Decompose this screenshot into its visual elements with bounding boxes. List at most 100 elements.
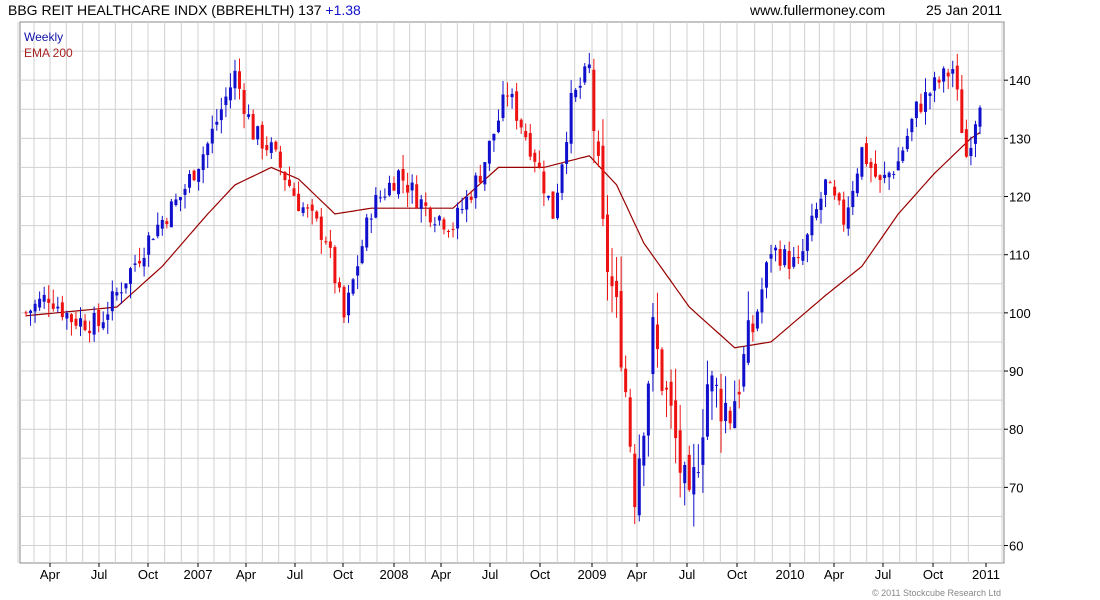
candle-body xyxy=(973,124,977,144)
candle-body xyxy=(778,249,782,266)
candle-body xyxy=(115,292,119,296)
candle-body xyxy=(310,204,314,211)
candle-body xyxy=(642,435,646,466)
candle-body xyxy=(465,196,469,210)
candle-body xyxy=(360,246,364,264)
candle-body xyxy=(923,92,927,112)
x-tick-label: Oct xyxy=(530,567,551,582)
candle-body xyxy=(546,195,550,198)
candle-body xyxy=(124,283,128,289)
candle-body xyxy=(33,303,37,312)
candle-body xyxy=(101,322,105,329)
candle-body xyxy=(533,152,537,162)
candle-body xyxy=(60,302,64,318)
candle-body xyxy=(733,401,737,429)
candle-body xyxy=(256,126,260,140)
candle-body xyxy=(942,68,946,82)
x-tick-label: 2010 xyxy=(776,567,805,582)
x-tick-label: Jul xyxy=(91,567,108,582)
candle-body xyxy=(406,184,410,193)
candle-body xyxy=(678,430,682,473)
candle-body xyxy=(269,142,273,153)
grid-layer xyxy=(17,21,1005,564)
candle-body xyxy=(138,260,142,264)
candle-body xyxy=(556,192,560,219)
candle-body xyxy=(324,241,328,243)
candle-body xyxy=(356,266,360,276)
candle-body xyxy=(487,140,491,164)
candle-body xyxy=(583,66,587,83)
candle-body xyxy=(419,199,423,209)
candle-body xyxy=(814,209,818,218)
candle-body xyxy=(751,323,755,333)
candle-body xyxy=(769,254,773,259)
candle-body xyxy=(746,320,750,363)
candle-body xyxy=(242,89,246,114)
candle-body xyxy=(742,354,746,387)
candle-body xyxy=(387,182,391,196)
candle-body xyxy=(628,397,632,447)
candle-body xyxy=(864,143,868,165)
candle-body xyxy=(297,193,301,212)
candle-body xyxy=(351,279,355,294)
x-tick-label: Apr xyxy=(236,567,257,582)
candle-body xyxy=(874,163,878,177)
candle-body xyxy=(824,179,828,195)
candle-body xyxy=(846,207,850,229)
candle-body xyxy=(715,384,719,386)
candle-body xyxy=(783,249,787,266)
candle-body xyxy=(764,262,768,288)
candle-body xyxy=(433,224,437,226)
candle-body xyxy=(719,388,723,422)
x-tick-label: Apr xyxy=(431,567,452,582)
candle-body xyxy=(201,154,205,170)
candle-body xyxy=(705,384,709,437)
copyright-notice: © 2011 Stockcube Research Ltd xyxy=(872,588,1002,598)
candle-body xyxy=(910,119,914,133)
candle-body xyxy=(955,65,959,90)
candle-body xyxy=(47,298,51,303)
candle-body xyxy=(478,175,482,183)
candle-body xyxy=(919,103,923,112)
candle-body xyxy=(369,218,373,220)
candle-body xyxy=(892,173,896,175)
candle-body xyxy=(519,119,523,128)
candle-body xyxy=(828,182,832,184)
candle-body xyxy=(551,191,555,219)
candle-body xyxy=(842,199,846,225)
candle-body xyxy=(565,142,569,164)
candle-body xyxy=(683,464,687,484)
candle-body xyxy=(674,400,678,439)
candle-body xyxy=(569,92,573,144)
candle-body xyxy=(710,375,714,392)
candle-body xyxy=(238,71,242,89)
x-tick-label: Oct xyxy=(727,567,748,582)
candle-body xyxy=(224,96,228,106)
candle-body xyxy=(701,437,705,465)
candle-body xyxy=(251,114,255,140)
candle-body xyxy=(537,162,541,168)
candle-body xyxy=(560,164,564,193)
candle-body xyxy=(437,216,441,221)
candle-body xyxy=(83,320,87,331)
candle-body xyxy=(383,196,387,198)
candle-body xyxy=(601,145,605,219)
candle-body xyxy=(274,141,278,150)
candle-body xyxy=(801,251,805,261)
candle-body xyxy=(442,219,446,230)
candle-body xyxy=(156,224,160,237)
candle-body xyxy=(374,195,378,218)
candle-body xyxy=(496,120,500,133)
candle-body xyxy=(160,219,164,229)
price-chart: 60 70 80 90 100 110 120 130 140 Apr Jul Oct 2007 Apr J… xyxy=(17,21,1031,582)
candle-body xyxy=(978,107,982,127)
x-tick-label: Apr xyxy=(40,567,61,582)
candle-body xyxy=(469,196,473,200)
candle-body xyxy=(887,172,891,178)
candle-body xyxy=(896,161,900,171)
candle-body xyxy=(637,458,641,516)
candle-body xyxy=(446,231,450,233)
x-tick-label: 2008 xyxy=(380,567,409,582)
x-tick-label: Jul xyxy=(679,567,696,582)
candle-body xyxy=(596,141,600,156)
